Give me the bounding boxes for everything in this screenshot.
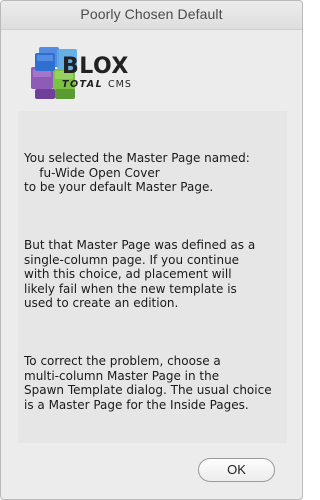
title-bar[interactable]: Poorly Chosen Default <box>1 1 302 30</box>
message-paragraph-3: To correct the problem, choose a multi-c… <box>24 354 272 412</box>
message-paragraph-1: You selected the Master Page named: fu-W… <box>24 151 250 194</box>
brand-tagline: TOTAL CMS <box>62 79 132 90</box>
dialog-window: Poorly Chosen Default BLOX TOTAL CMS You… <box>0 0 303 500</box>
brand-tagline-cms: CMS <box>108 79 132 90</box>
ok-button[interactable]: OK <box>198 458 275 482</box>
message-text: You selected the Master Page named: fu-W… <box>24 122 286 456</box>
brand-name: BLOX <box>62 54 129 79</box>
message-paragraph-2: But that Master Page was defined as a si… <box>24 238 256 310</box>
brand-tagline-total: TOTAL <box>62 79 104 90</box>
window-title: Poorly Chosen Default <box>80 6 223 22</box>
